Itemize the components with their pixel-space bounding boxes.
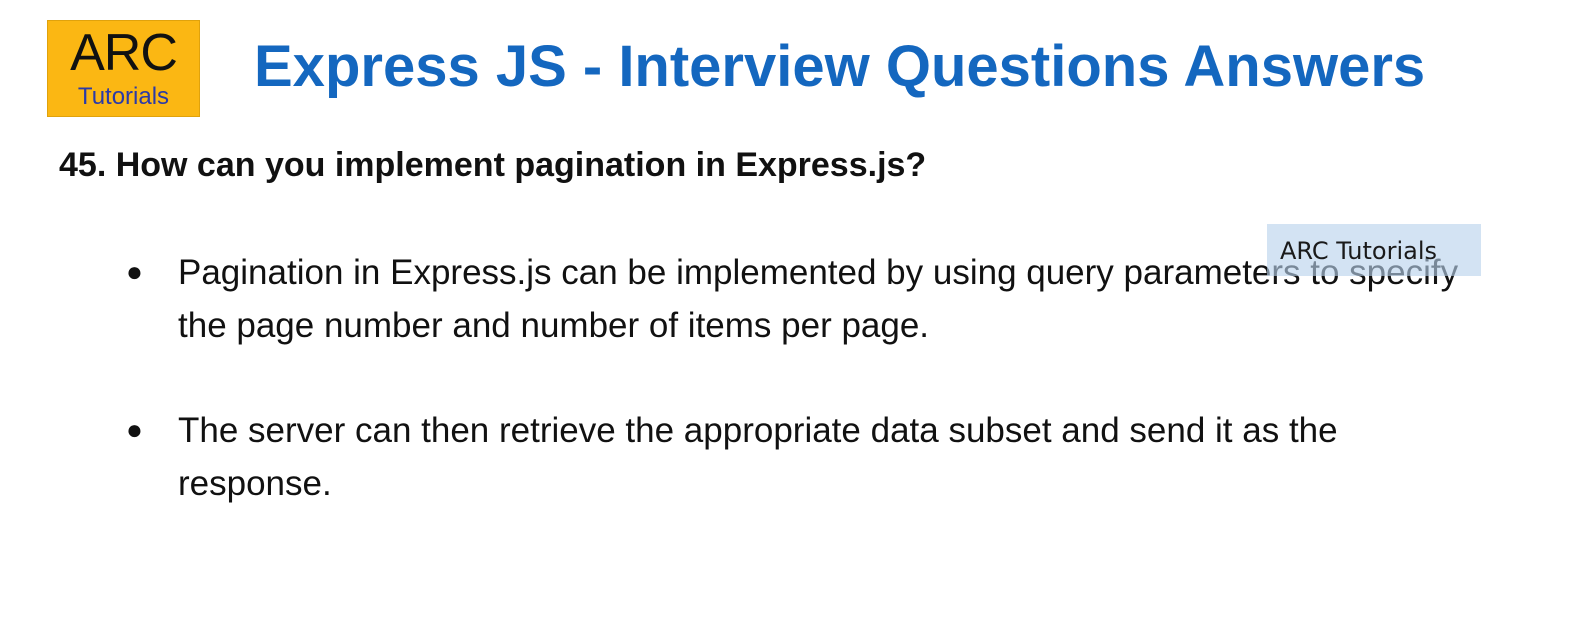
answer-bullet-text: The server can then retrieve the appropr… <box>178 411 1338 503</box>
watermark-label: ARC Tutorials <box>1267 224 1481 276</box>
arc-tutorials-logo: ARC Tutorials <box>47 20 200 117</box>
logo-main-text: ARC <box>70 24 178 82</box>
page-title: Express JS - Interview Questions Answers <box>254 34 1426 99</box>
logo-sub-text: Tutorials <box>77 83 170 110</box>
question-heading: 45. How can you implement pagination in … <box>59 146 927 184</box>
bullet-dot-icon: ● <box>126 414 143 445</box>
bullet-dot-icon: ● <box>126 256 143 287</box>
